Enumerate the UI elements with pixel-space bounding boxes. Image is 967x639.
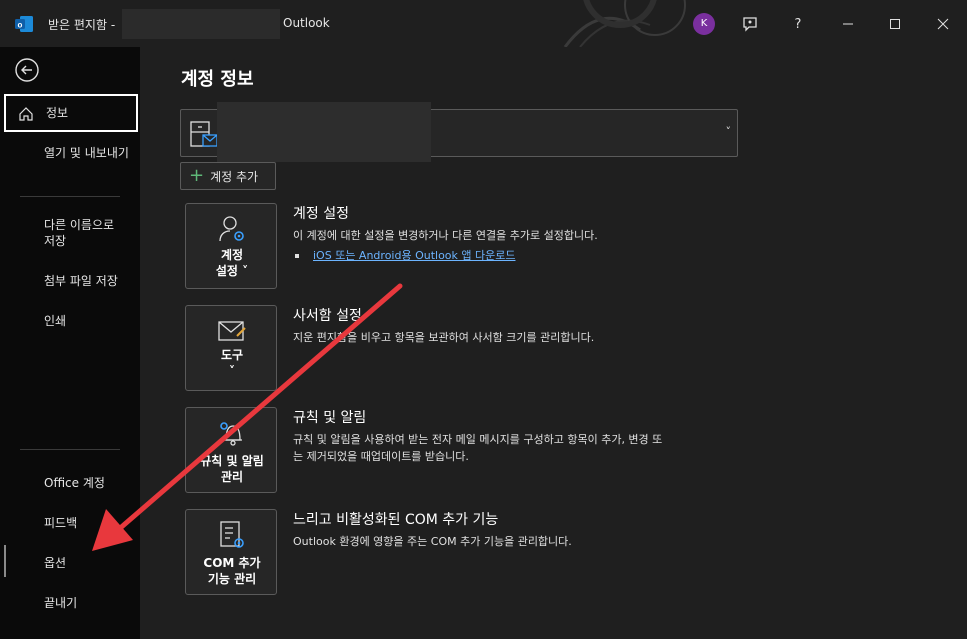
tile-label: 도구 bbox=[220, 348, 244, 362]
feedback-icon[interactable] bbox=[738, 12, 762, 36]
add-account-button[interactable]: + 계정 추가 bbox=[180, 162, 276, 190]
nav-item-label: 옵션 bbox=[44, 556, 67, 570]
account-settings-button[interactable]: 계정 설정 ˅ bbox=[185, 203, 277, 289]
redacted-account-name bbox=[122, 9, 280, 39]
nav-item-label: Office 계정 bbox=[44, 476, 105, 490]
section-account-settings: 계정 설정 ˅ 계정 설정 이 계정에 대한 설정을 변경하거나 다른 연결을 … bbox=[185, 203, 885, 289]
app-name: Outlook bbox=[283, 16, 330, 30]
back-arrow-icon[interactable] bbox=[14, 57, 40, 83]
com-addins-icon bbox=[220, 521, 244, 548]
section-description: 규칙 및 알림을 사용하여 받는 전자 메일 메시지를 구성하고 항목이 추가,… bbox=[293, 431, 743, 465]
link-text[interactable]: iOS 또는 Android용 Outlook 앱 다운로드 bbox=[313, 249, 516, 262]
nav-item-open-export[interactable]: 열기 및 내보내기 bbox=[4, 145, 138, 161]
nav-item-feedback[interactable]: 피드백 bbox=[4, 515, 138, 531]
nav-item-label: 인쇄 bbox=[44, 314, 67, 328]
main-panel: 계정 정보 ˅ + 계정 추가 계정 설정 ˅ 계정 설정 이 계정에 대한 설… bbox=[140, 47, 967, 639]
tools-button[interactable]: 도구 ˅ bbox=[185, 305, 277, 391]
nav-item-exit[interactable]: 끝내기 bbox=[4, 595, 138, 611]
avatar[interactable]: K bbox=[693, 13, 715, 35]
nav-item-save-as[interactable]: 다른 이름으로 저장 bbox=[4, 217, 138, 249]
section-title: 사서함 설정 bbox=[293, 308, 362, 324]
manage-rules-alerts-button[interactable]: 규칙 및 알림 관리 bbox=[185, 407, 277, 493]
page-title: 계정 정보 bbox=[181, 69, 254, 90]
account-selector[interactable]: ˅ bbox=[180, 102, 738, 162]
add-account-label: 계정 추가 bbox=[210, 169, 259, 184]
nav-item-info[interactable]: 정보 bbox=[4, 94, 138, 132]
nav-item-save-attachments[interactable]: 첨부 파일 저장 bbox=[4, 273, 138, 289]
nav-divider bbox=[20, 196, 120, 197]
description-line: 는 제거되었을 때업데이트를 받습니다. bbox=[293, 450, 469, 463]
account-mailbox-icon bbox=[190, 121, 218, 147]
nav-item-label: 다른 이름으로 저장 bbox=[44, 218, 115, 248]
nav-item-label: 열기 및 내보내기 bbox=[44, 146, 129, 160]
chevron-down-icon: ˅ bbox=[725, 125, 732, 138]
tile-label: 계정 bbox=[220, 248, 244, 262]
nav-item-label: 끝내기 bbox=[44, 596, 78, 610]
close-icon[interactable] bbox=[931, 12, 955, 36]
section-title: 규칙 및 알림 bbox=[293, 410, 367, 426]
title-bar-decoration bbox=[563, 0, 686, 47]
nav-item-label: 첨부 파일 저장 bbox=[44, 274, 118, 288]
nav-item-label: 정보 bbox=[46, 106, 69, 120]
maximize-icon[interactable] bbox=[883, 12, 907, 36]
description-line: 규칙 및 알림을 사용하여 받는 전자 메일 메시지를 구성하고 항목이 추가,… bbox=[293, 433, 663, 446]
section-com-addins: COM 추가 기능 관리 느리고 비활성화된 COM 추가 기능 Outlook… bbox=[185, 509, 885, 595]
tile-label: 기능 관리 bbox=[207, 572, 257, 586]
tile-label: ˅ bbox=[229, 364, 235, 378]
backstage-nav: 정보 열기 및 내보내기 다른 이름으로 저장 첨부 파일 저장 인쇄 Offi… bbox=[0, 47, 140, 639]
section-title: 느리고 비활성화된 COM 추가 기능 bbox=[293, 512, 499, 528]
tile-label: COM 추가 bbox=[203, 556, 261, 570]
section-description: 이 계정에 대한 설정을 변경하거나 다른 연결을 추가로 설정합니다. bbox=[293, 229, 598, 242]
tile-label: 관리 bbox=[220, 470, 244, 484]
section-rules-alerts: 규칙 및 알림 관리 규칙 및 알림 규칙 및 알림을 사용하여 받는 전자 메… bbox=[185, 407, 885, 493]
nav-item-options[interactable]: 옵션 bbox=[4, 555, 138, 571]
plus-icon: + bbox=[189, 165, 205, 186]
svg-text:o: o bbox=[18, 21, 23, 30]
redacted-account-email bbox=[217, 102, 431, 162]
nav-divider bbox=[20, 449, 120, 450]
minimize-icon[interactable] bbox=[836, 12, 860, 36]
account-settings-icon bbox=[219, 216, 244, 242]
mailbox-tools-icon bbox=[218, 321, 246, 341]
nav-item-print[interactable]: 인쇄 bbox=[4, 313, 138, 329]
section-title: 계정 설정 bbox=[293, 206, 349, 222]
help-icon[interactable]: ? bbox=[786, 12, 810, 36]
section-mailbox-settings: 도구 ˅ 사서함 설정 지운 편지함을 비우고 항목을 보관하여 사서함 크기를… bbox=[185, 305, 885, 391]
title-bar: o 받은 편지함 - Outlook K ? bbox=[0, 0, 967, 47]
bullet bbox=[295, 254, 299, 258]
rules-alerts-icon bbox=[220, 422, 242, 446]
mobile-app-download-link[interactable]: iOS 또는 Android용 Outlook 앱 다운로드 bbox=[295, 247, 516, 263]
tile-label: 규칙 및 알림 bbox=[200, 454, 264, 468]
tile-label: 설정 ˅ bbox=[215, 264, 249, 278]
window-title: 받은 편지함 - bbox=[48, 18, 116, 32]
home-icon bbox=[19, 107, 33, 121]
outlook-logo-icon: o bbox=[15, 16, 33, 32]
nav-item-office-account[interactable]: Office 계정 bbox=[4, 475, 138, 491]
manage-com-addins-button[interactable]: COM 추가 기능 관리 bbox=[185, 509, 277, 595]
nav-item-label: 피드백 bbox=[44, 516, 78, 530]
section-description: 지운 편지함을 비우고 항목을 보관하여 사서함 크기를 관리합니다. bbox=[293, 331, 595, 344]
section-description: Outlook 환경에 영향을 주는 COM 추가 기능을 관리합니다. bbox=[293, 535, 572, 548]
